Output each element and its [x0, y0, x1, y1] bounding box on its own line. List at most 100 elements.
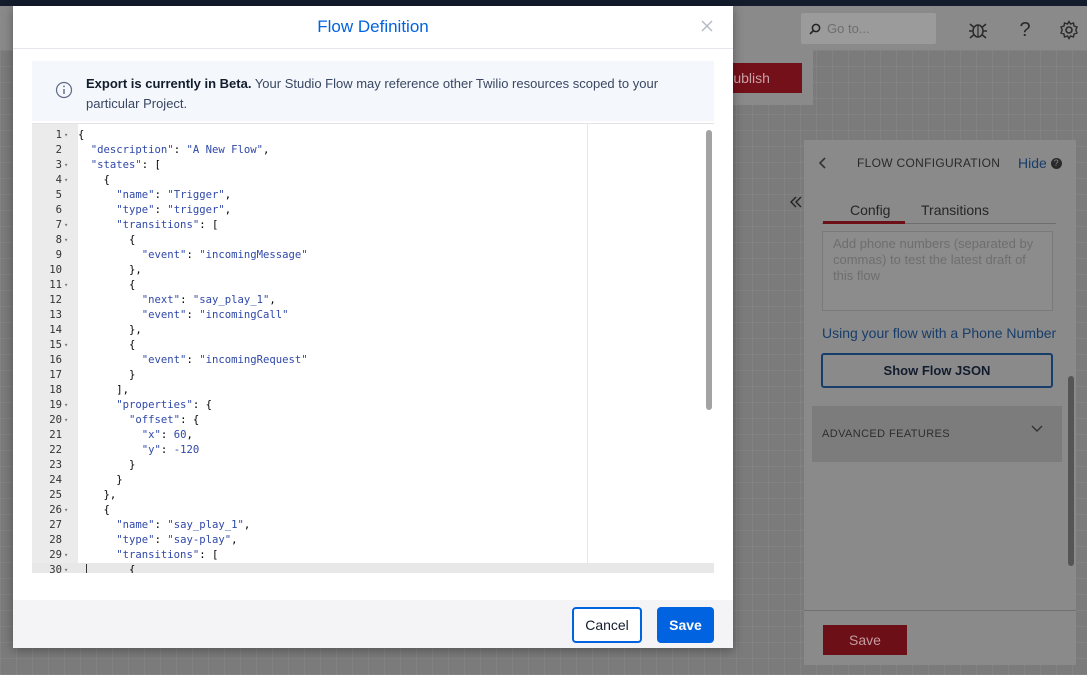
- modal-header: Flow Definition: [13, 6, 733, 49]
- beta-info-bold: Export is currently in Beta.: [86, 76, 252, 91]
- line-number: 1: [55, 129, 62, 141]
- code-text: "y": -120: [141, 444, 200, 456]
- code-text: },: [78, 264, 142, 276]
- line-number: 28: [49, 534, 62, 546]
- code-line[interactable]: 12 "next": "say_play_1",: [49, 293, 698, 308]
- close-icon[interactable]: [699, 18, 715, 34]
- code-line[interactable]: 16 "event": "incomingRequest": [49, 353, 698, 368]
- code-line[interactable]: 8 ▾ {: [56, 233, 698, 248]
- fold-toggle-icon[interactable]: ▾: [64, 173, 68, 188]
- code-line[interactable]: 19 ▾ "properties": {: [49, 398, 698, 413]
- code-line[interactable]: 2 "description": "A New Flow",: [56, 143, 698, 158]
- code-line[interactable]: 28 "type": "say-play",: [49, 533, 698, 548]
- code-line[interactable]: 11 ▾ {: [49, 278, 698, 293]
- bug-icon[interactable]: [967, 19, 989, 41]
- code-line[interactable]: 20 ▾ "offset": {: [49, 413, 698, 428]
- fold-toggle-icon[interactable]: ▾: [64, 218, 68, 233]
- cancel-button[interactable]: Cancel: [572, 607, 642, 643]
- code-text: {: [78, 504, 110, 516]
- fold-toggle-icon[interactable]: ▾: [64, 548, 68, 563]
- line-number: 20: [49, 414, 62, 426]
- code-line[interactable]: 22 "y": -120: [49, 443, 698, 458]
- line-number: 13: [49, 309, 62, 321]
- code-line[interactable]: 14 },: [49, 323, 698, 338]
- code-text: {: [78, 279, 136, 291]
- line-number: 14: [49, 324, 62, 336]
- line-number: 4: [55, 174, 62, 186]
- code-line[interactable]: 5 "name": "Trigger",: [56, 188, 698, 203]
- collapse-panel-icon[interactable]: [784, 190, 808, 214]
- phone-numbers-field[interactable]: Add phone numbers (separated by commas) …: [822, 231, 1053, 311]
- tab-config[interactable]: Config: [850, 202, 890, 218]
- line-number: 26: [49, 504, 62, 516]
- code-line[interactable]: 23 }: [49, 458, 698, 473]
- fold-toggle-icon[interactable]: ▾: [64, 338, 68, 353]
- beta-info-text: Export is currently in Beta. Your Studio…: [86, 74, 706, 114]
- code-line[interactable]: 30 ▾ {: [49, 563, 698, 573]
- code-line[interactable]: 24 }: [49, 473, 698, 488]
- help-icon[interactable]: ?: [1014, 19, 1036, 41]
- code-text: }: [78, 459, 136, 471]
- code-line[interactable]: 13 "event": "incomingCall": [49, 308, 698, 323]
- code-line[interactable]: 26 ▾ {: [49, 503, 698, 518]
- help-circle-icon: ?: [1050, 158, 1062, 169]
- code-lines[interactable]: 1 ▾{2 "description": "A New Flow", 3 ▾ "sta…: [49, 128, 698, 573]
- code-line[interactable]: 27 "name": "say_play_1",: [49, 518, 698, 533]
- tab-transitions[interactable]: Transitions: [921, 202, 989, 218]
- save-button[interactable]: Save: [657, 607, 714, 643]
- line-number: 16: [49, 354, 62, 366]
- line-number: 8: [55, 234, 62, 246]
- fold-toggle-icon[interactable]: ▾: [64, 278, 68, 293]
- back-chevron-icon[interactable]: [818, 156, 828, 173]
- fold-toggle-icon[interactable]: ▾: [64, 128, 68, 143]
- code-line[interactable]: 6 "type": "trigger",: [56, 203, 698, 218]
- panel-scrollbar[interactable]: [1068, 376, 1074, 566]
- search-input[interactable]: Go to...: [801, 13, 936, 44]
- code-text: "description": "A New Flow",: [90, 144, 270, 156]
- code-line[interactable]: 3 ▾ "states": [: [56, 158, 698, 173]
- code-text: "offset": {: [129, 414, 200, 426]
- code-line[interactable]: 4 ▾ {: [56, 173, 698, 188]
- code-text: {: [78, 129, 85, 141]
- advanced-features-section[interactable]: ADVANCED FEATURES: [812, 406, 1062, 462]
- line-number: 30: [49, 564, 62, 573]
- fold-toggle-icon[interactable]: ▾: [64, 413, 68, 428]
- code-text: "transitions": [: [116, 219, 219, 231]
- code-line[interactable]: 10 },: [49, 263, 698, 278]
- code-line[interactable]: 15 ▾ {: [49, 338, 698, 353]
- code-line[interactable]: 1 ▾ {: [56, 128, 698, 143]
- publish-button[interactable]: Publish: [724, 63, 802, 93]
- fold-toggle-icon[interactable]: ▾: [64, 158, 68, 173]
- editor-scrollbar[interactable]: [706, 130, 712, 410]
- active-tab-indicator: [823, 221, 905, 224]
- code-line[interactable]: 17 }: [49, 368, 698, 383]
- code-text: "name": "say_play_1",: [116, 519, 251, 531]
- code-line[interactable]: 25 },: [49, 488, 698, 503]
- show-flow-json-button[interactable]: Show Flow JSON: [821, 353, 1053, 388]
- code-line[interactable]: 9 "event": "incomingMessage": [56, 248, 698, 263]
- fold-toggle-icon[interactable]: ▾: [64, 503, 68, 518]
- phone-number-link[interactable]: Using your flow with a Phone Number: [822, 325, 1056, 341]
- code-line[interactable]: 21 "x": 60,: [49, 428, 698, 443]
- hide-label: Hide: [1018, 155, 1047, 171]
- line-number: 17: [49, 369, 62, 381]
- line-number: 24: [49, 474, 62, 486]
- line-number: 18: [49, 384, 62, 396]
- code-line[interactable]: 7 ▾ "transitions": [: [56, 218, 698, 233]
- code-line[interactable]: 29 ▾ "transitions": [: [49, 548, 698, 563]
- code-text: {: [78, 234, 136, 246]
- code-text: "next": "say_play_1",: [141, 294, 276, 306]
- code-line[interactable]: 18 ],: [49, 383, 698, 398]
- fold-toggle-icon[interactable]: ▾: [64, 563, 68, 573]
- json-code-editor[interactable]: 1 ▾{2 "description": "A New Flow", 3 ▾ "sta…: [32, 123, 714, 573]
- hide-panel-link[interactable]: Hide ?: [1018, 155, 1062, 171]
- panel-save-button[interactable]: Save: [823, 625, 907, 655]
- gear-icon[interactable]: [1058, 19, 1080, 41]
- fold-toggle-icon[interactable]: ▾: [64, 398, 68, 413]
- panel-title: FLOW CONFIGURATION: [857, 156, 1001, 170]
- line-number: 27: [49, 519, 62, 531]
- code-text: "event": "incomingRequest": [141, 354, 308, 366]
- code-text: "event": "incomingMessage": [141, 249, 308, 261]
- code-text: {: [78, 174, 110, 186]
- fold-toggle-icon[interactable]: ▾: [64, 233, 68, 248]
